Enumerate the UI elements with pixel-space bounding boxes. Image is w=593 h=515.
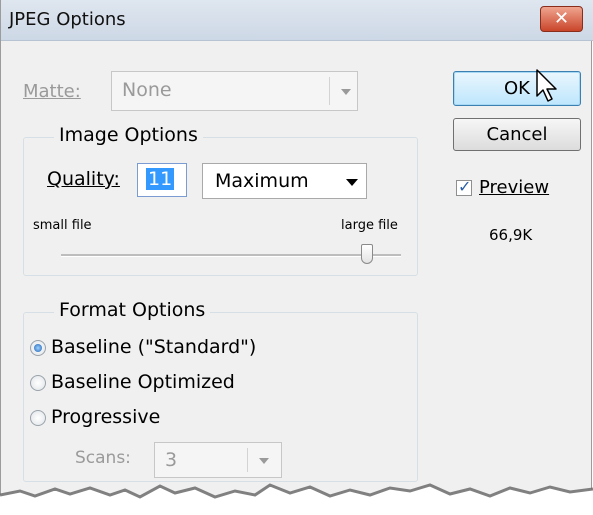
chevron-down-icon [346,179,358,186]
quality-label: Quality: [47,168,120,190]
quality-slider-thumb[interactable] [361,244,373,264]
baseline-optimized-label[interactable]: Baseline Optimized [51,371,235,393]
torn-edge-decoration [0,483,593,515]
matte-dropdown[interactable]: None [111,71,358,111]
image-options-title: Image Options [54,124,203,146]
mouse-cursor-icon [536,69,557,102]
quality-input-value: 11 [146,168,175,190]
ok-button-label: OK [504,78,530,99]
checkmark-icon: ✓ [458,177,472,196]
large-file-label: large file [341,218,398,233]
matte-label-text: Matte: [23,81,81,102]
baseline-standard-label[interactable]: Baseline ("Standard") [51,336,256,358]
cancel-button-label: Cancel [486,124,548,145]
matte-value: None [122,79,172,101]
matte-label: Matte: [23,81,81,102]
title-bar[interactable]: JPEG Options ✕ [1,0,593,41]
baseline-optimized-radio[interactable] [30,375,46,391]
format-options-title: Format Options [54,299,211,321]
quality-label-text: Quality: [47,168,120,190]
window-title: JPEG Options [9,9,126,30]
progressive-label[interactable]: Progressive [51,406,160,428]
close-icon: ✕ [553,8,570,29]
quality-preset-value: Maximum [215,170,309,192]
preview-label[interactable]: Preview [479,177,549,198]
quality-input[interactable]: 11 [137,163,187,197]
quality-slider-track[interactable] [61,254,401,257]
file-size-readout: 66,9K [489,226,533,244]
preview-label-text: Preview [479,177,550,198]
quality-preset-dropdown[interactable]: Maximum [202,163,367,199]
chevron-down-icon [341,89,351,95]
cancel-button[interactable]: Cancel [453,118,581,151]
small-file-label: small file [33,218,92,233]
close-button[interactable]: ✕ [540,6,583,32]
jpeg-options-dialog: JPEG Options ✕ Matte: None OK Cancel ✓ P… [0,0,593,515]
preview-checkbox[interactable]: ✓ [456,177,472,196]
baseline-standard-radio[interactable] [30,340,46,356]
matte-dropdown-separator [329,77,330,105]
progressive-radio[interactable] [30,410,46,426]
